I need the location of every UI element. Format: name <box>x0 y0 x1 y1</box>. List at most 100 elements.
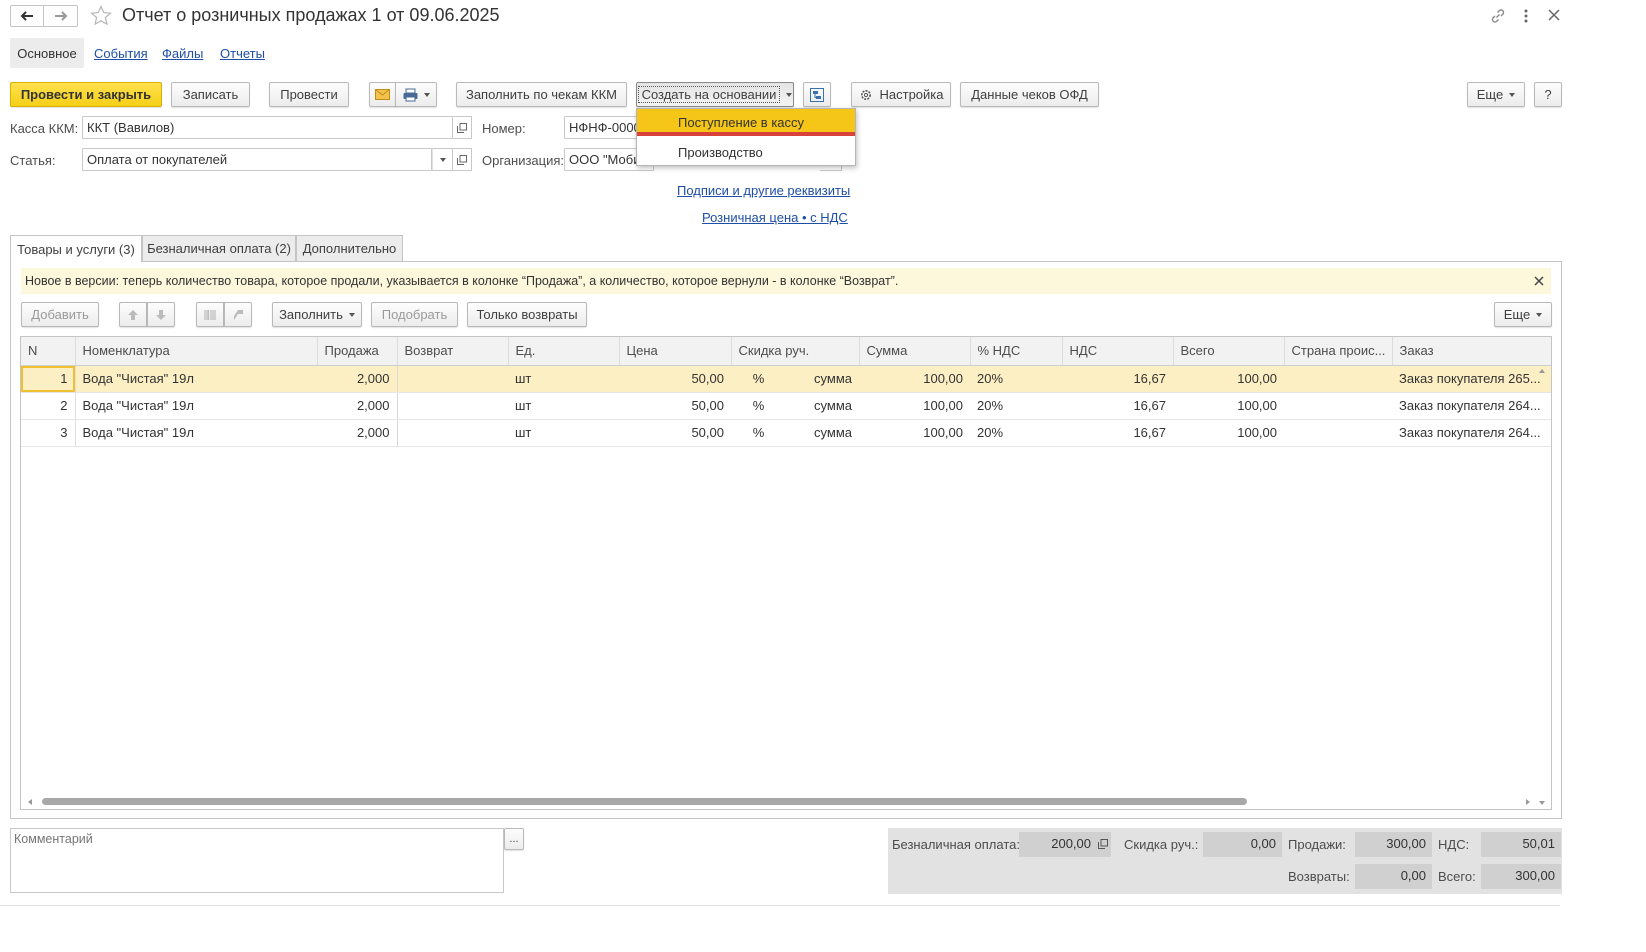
email-button[interactable] <box>369 82 396 107</box>
cell-discount-sum[interactable]: сумма <box>786 365 859 393</box>
horizontal-scrollbar[interactable] <box>28 797 1540 807</box>
col-header-price[interactable]: Цена <box>619 337 732 366</box>
favorite-star-icon[interactable] <box>89 4 113 28</box>
print-button[interactable] <box>395 82 437 107</box>
cell-n[interactable]: 3 <box>21 419 75 447</box>
cell-discount-sum[interactable]: сумма <box>786 392 859 420</box>
col-header-vat-rate[interactable]: % НДС <box>970 337 1063 366</box>
more-button[interactable]: Еще <box>1467 82 1525 107</box>
signatures-link[interactable]: Подписи и другие реквизиты <box>677 183 850 198</box>
move-down-button[interactable] <box>147 302 175 327</box>
menu-item-cash-receipt[interactable]: Поступление в кассу <box>637 109 855 136</box>
cell-discount-pct[interactable]: % <box>731 365 786 393</box>
close-icon[interactable] <box>1546 7 1562 23</box>
tab-additional[interactable]: Дополнительно <box>296 235 403 261</box>
cell-total[interactable]: 100,00 <box>1173 365 1284 393</box>
cell-country[interactable] <box>1284 419 1392 447</box>
structure-button[interactable] <box>803 82 831 107</box>
article-field[interactable]: Оплата от покупателей <box>82 148 432 171</box>
comment-field[interactable] <box>10 828 504 893</box>
cell-discount-pct[interactable]: % <box>731 419 786 447</box>
nav-reports[interactable]: Отчеты <box>220 46 265 61</box>
cell-sale[interactable]: 2,000 <box>317 392 398 420</box>
cell-return[interactable] <box>397 365 508 393</box>
retail-price-link[interactable]: Розничная цена • с НДС <box>702 210 848 225</box>
cell-sum[interactable]: 100,00 <box>859 365 970 393</box>
cell-item[interactable]: Вода "Чистая" 19л <box>74 419 317 447</box>
save-button[interactable]: Записать <box>171 82 250 107</box>
col-header-unit[interactable]: Ед. <box>508 337 620 366</box>
col-header-total[interactable]: Всего <box>1173 337 1285 366</box>
col-header-n[interactable]: N <box>21 337 76 366</box>
help-button[interactable]: ? <box>1534 82 1562 107</box>
kkm-field[interactable]: ККТ (Вавилов) <box>82 116 453 139</box>
cell-vat-rate[interactable]: 20% <box>970 365 1062 393</box>
ofd-data-button[interactable]: Данные чеков ОФД <box>960 82 1099 107</box>
cell-unit[interactable]: шт <box>508 419 619 447</box>
scrollbar-thumb[interactable] <box>42 798 1247 805</box>
menu-item-production[interactable]: Производство <box>637 140 855 165</box>
link-icon[interactable] <box>1489 7 1507 25</box>
comment-expand-button[interactable]: ... <box>504 828 524 850</box>
tab-goods[interactable]: Товары и услуги (3) <box>10 235 142 262</box>
open-window-icon[interactable] <box>1098 839 1108 849</box>
nav-main[interactable]: Основное <box>10 38 84 68</box>
scroll-up-icon[interactable] <box>1539 369 1545 373</box>
cell-order[interactable]: Заказ покупателя 264... <box>1392 419 1551 447</box>
move-up-button[interactable] <box>119 302 147 327</box>
col-header-sum[interactable]: Сумма <box>859 337 971 366</box>
cell-price[interactable]: 50,00 <box>619 419 731 447</box>
cell-order[interactable]: Заказ покупателя 264... <box>1392 392 1551 420</box>
cell-item[interactable]: Вода "Чистая" 19л <box>74 365 317 393</box>
scroll-right-icon[interactable] <box>1526 799 1530 805</box>
cell-unit[interactable]: шт <box>508 392 619 420</box>
cell-country[interactable] <box>1284 392 1392 420</box>
cell-country[interactable] <box>1284 365 1392 393</box>
col-header-return[interactable]: Возврат <box>397 337 509 366</box>
cell-item[interactable]: Вода "Чистая" 19л <box>74 392 317 420</box>
nav-events[interactable]: События <box>94 46 148 61</box>
forward-button[interactable] <box>44 5 78 27</box>
cell-total[interactable]: 100,00 <box>1173 419 1284 447</box>
table-row[interactable]: 1 Вода "Чистая" 19л 2,000 шт 50,00% сумма 100,… <box>21 365 1551 393</box>
cell-discount-pct[interactable]: % <box>731 392 786 420</box>
col-header-country[interactable]: Страна проис... <box>1284 337 1393 366</box>
fill-by-kkm-button[interactable]: Заполнить по чекам ККМ <box>456 82 627 107</box>
scanner-button[interactable] <box>224 302 252 327</box>
cell-total[interactable]: 100,00 <box>1173 392 1284 420</box>
open-article-button[interactable] <box>453 148 472 171</box>
nav-files[interactable]: Файлы <box>162 46 203 61</box>
scroll-down-icon[interactable] <box>1539 801 1545 805</box>
fill-table-button[interactable]: Заполнить <box>272 302 362 327</box>
create-based-on-button[interactable]: Создать на основании <box>636 82 794 107</box>
post-and-close-button[interactable]: Провести и закрыть <box>10 82 162 107</box>
cell-sale[interactable]: 2,000 <box>317 365 398 393</box>
back-button[interactable] <box>10 5 44 27</box>
cell-sum[interactable]: 100,00 <box>859 392 970 420</box>
col-header-sale[interactable]: Продажа <box>317 337 398 366</box>
more-vertical-icon[interactable] <box>1519 7 1533 25</box>
cell-vat-rate[interactable]: 20% <box>970 419 1062 447</box>
cell-vat[interactable]: 16,67 <box>1062 392 1173 420</box>
returns-only-button[interactable]: Только возвраты <box>467 302 587 327</box>
cell-discount-sum[interactable]: сумма <box>786 419 859 447</box>
cell-vat[interactable]: 16,67 <box>1062 419 1173 447</box>
cell-return[interactable] <box>397 392 508 420</box>
cell-n[interactable]: 1 <box>21 365 75 393</box>
cell-unit[interactable]: шт <box>508 365 619 393</box>
col-header-order[interactable]: Заказ <box>1392 337 1551 366</box>
table-row[interactable]: 3 Вода "Чистая" 19л 2,000 шт 50,00% сумма 100,… <box>21 419 1551 447</box>
cell-sale[interactable]: 2,000 <box>317 419 398 447</box>
tab-cashless[interactable]: Безналичная оплата (2) <box>142 235 296 261</box>
cell-return[interactable] <box>397 419 508 447</box>
col-header-vat[interactable]: НДС <box>1062 337 1174 366</box>
cell-vat[interactable]: 16,67 <box>1062 365 1173 393</box>
cell-order[interactable]: Заказ покупателя 265... <box>1392 365 1551 393</box>
pick-button[interactable]: Подобрать <box>371 302 458 327</box>
scroll-left-icon[interactable] <box>28 799 32 805</box>
cell-price[interactable]: 50,00 <box>619 365 731 393</box>
settings-button[interactable]: Настройка <box>851 82 951 107</box>
barcode-button[interactable] <box>196 302 224 327</box>
article-dropdown-button[interactable] <box>432 148 453 171</box>
cell-vat-rate[interactable]: 20% <box>970 392 1062 420</box>
